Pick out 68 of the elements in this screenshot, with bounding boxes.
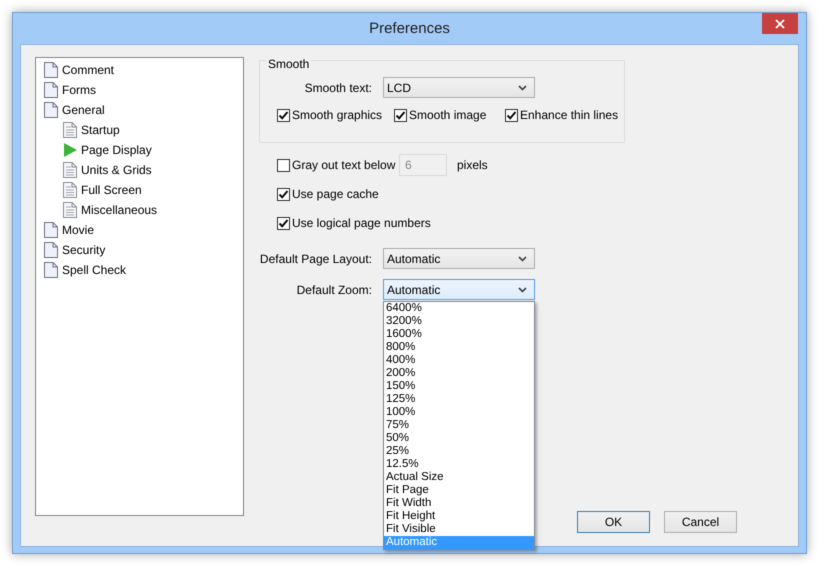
dropdown-option[interactable]: 3200%	[384, 315, 534, 328]
tree-item[interactable]: Units & Grids	[43, 160, 243, 180]
checkbox-label: Smooth graphics	[292, 108, 382, 122]
tree-item[interactable]: Full Screen	[43, 180, 243, 200]
dropdown-option[interactable]: Actual Size	[384, 471, 534, 484]
checkbox[interactable]	[277, 216, 290, 230]
checkbox-label: Enhance thin lines	[520, 108, 618, 122]
checkbox[interactable]	[277, 108, 290, 122]
document-icon	[62, 182, 78, 198]
dialog-button[interactable]: OK	[577, 511, 650, 533]
page-icon	[43, 82, 59, 98]
tree-item[interactable]: Page Display	[43, 140, 243, 160]
caret-icon	[518, 286, 527, 292]
document-icon	[62, 162, 78, 178]
page-icon	[43, 102, 59, 118]
close-icon	[775, 18, 785, 28]
dropdown-option[interactable]: Fit Page	[384, 484, 534, 497]
page-icon	[43, 62, 59, 78]
checkbox[interactable]	[277, 188, 290, 200]
dropdown-option[interactable]: Fit Visible	[384, 523, 534, 536]
dropdown-option[interactable]: 1600%	[384, 328, 534, 341]
tree-item[interactable]: Comment	[43, 60, 243, 80]
dropdown-option[interactable]: 800%	[384, 341, 534, 354]
dropdown-option[interactable]: 200%	[384, 367, 534, 380]
close-button[interactable]	[762, 13, 798, 34]
window-title: Preferences	[369, 20, 450, 37]
tree-item[interactable]: Forms	[43, 80, 243, 100]
dropdown-option[interactable]: 125%	[384, 393, 534, 406]
tree-item[interactable]: Miscellaneous	[43, 200, 243, 220]
field-label: Default Zoom:	[296, 282, 373, 296]
checkbox-label: Use logical page numbers	[292, 216, 431, 230]
caret-icon	[518, 84, 527, 90]
page-icon	[43, 242, 59, 258]
dropdown-option[interactable]: 25%	[384, 445, 534, 458]
group-title: Smooth	[266, 57, 312, 71]
page-layout-dropdown[interactable]: Automatic	[383, 248, 535, 269]
tree-item[interactable]: Spell Check	[43, 260, 243, 280]
tree-item[interactable]: General	[43, 100, 243, 120]
dropdown-option[interactable]: 12.5%	[384, 458, 534, 471]
caret-icon	[518, 256, 527, 262]
checkbox[interactable]	[277, 158, 290, 172]
field-label: Smooth text:	[304, 80, 373, 94]
tree-item[interactable]: Startup	[43, 120, 243, 140]
dropdown-option[interactable]: 50%	[384, 432, 534, 445]
dropdown-option[interactable]: 6400%	[384, 302, 534, 315]
checkbox[interactable]	[394, 108, 407, 122]
smooth-text-dropdown[interactable]: LCD	[383, 77, 535, 98]
page-icon	[43, 262, 59, 278]
dialog-button[interactable]: Cancel	[664, 511, 737, 533]
document-icon	[62, 202, 78, 218]
document-icon	[62, 122, 78, 138]
checkbox-label: Smooth image	[409, 108, 486, 122]
dropdown-option[interactable]: Fit Height	[384, 510, 534, 523]
arrow-icon	[62, 142, 78, 158]
field-label: Default Page Layout:	[259, 252, 373, 266]
dropdown-option[interactable]: 100%	[384, 406, 534, 419]
checkbox-label: Gray out text below	[292, 158, 396, 172]
zoom-dropdown[interactable]: Automatic	[383, 279, 535, 300]
checkbox-label: Use page cache	[292, 187, 379, 201]
dropdown-option[interactable]: Fit Width	[384, 497, 534, 510]
dropdown-option[interactable]: 75%	[384, 419, 534, 432]
page-icon	[43, 222, 59, 238]
dropdown-option[interactable]: 150%	[384, 380, 534, 393]
dropdown-option[interactable]: 400%	[384, 354, 534, 367]
tree-item[interactable]: Security	[43, 240, 243, 260]
tree-item[interactable]: Movie	[43, 220, 243, 240]
unit-label: pixels	[457, 158, 488, 172]
checkbox[interactable]	[505, 108, 518, 122]
